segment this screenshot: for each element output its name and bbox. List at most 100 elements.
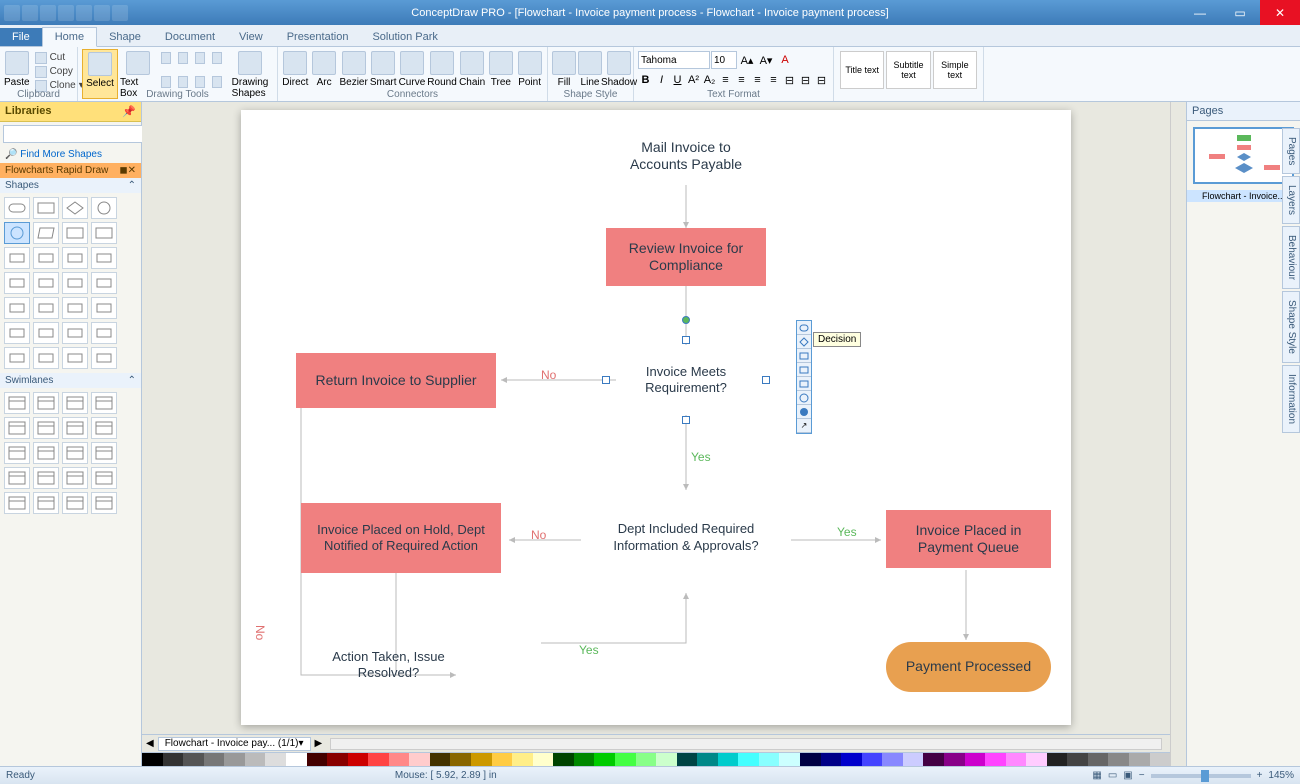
color-swatch[interactable] <box>697 753 718 766</box>
color-swatch[interactable] <box>965 753 986 766</box>
color-swatch[interactable] <box>903 753 924 766</box>
shape-stencil[interactable] <box>62 347 88 369</box>
sidetab-information[interactable]: Information <box>1282 365 1300 433</box>
sidetab-layers[interactable]: Layers <box>1282 176 1300 224</box>
file-tab[interactable]: File <box>0 28 42 46</box>
flowchart-terminator[interactable]: Mail Invoice to Accounts Payable <box>606 125 766 187</box>
shape-stencil[interactable] <box>33 197 59 219</box>
color-swatch[interactable] <box>368 753 389 766</box>
swimlane-stencil[interactable] <box>33 467 59 489</box>
flowchart-decision[interactable]: Dept Included Required Information & App… <box>571 480 801 595</box>
shapes-label[interactable]: Shapes <box>5 180 39 191</box>
shape-stencil[interactable] <box>33 222 59 244</box>
bold-button[interactable]: B <box>638 71 653 89</box>
style-subtitle[interactable]: Subtitle text <box>886 51 930 89</box>
color-swatch[interactable] <box>718 753 739 766</box>
swimlane-stencil[interactable] <box>91 442 117 464</box>
zoom-level[interactable]: 145% <box>1268 770 1294 781</box>
color-swatch[interactable] <box>1150 753 1170 766</box>
draw-tool[interactable] <box>158 51 174 64</box>
swimlane-stencil[interactable] <box>33 392 59 414</box>
shape-stencil[interactable] <box>62 222 88 244</box>
color-swatch[interactable] <box>533 753 554 766</box>
superscript-button[interactable]: A² <box>686 71 701 89</box>
quick-shape-more[interactable]: ↗ <box>797 419 811 433</box>
color-swatch[interactable] <box>348 753 369 766</box>
flowchart-terminator-end[interactable]: Payment Processed <box>886 642 1051 692</box>
flowchart-process[interactable]: Review Invoice for Compliance <box>606 228 766 286</box>
shape-stencil[interactable] <box>91 197 117 219</box>
swimlane-stencil[interactable] <box>91 467 117 489</box>
color-swatch[interactable] <box>492 753 513 766</box>
color-swatch[interactable] <box>1108 753 1129 766</box>
draw-tool[interactable] <box>175 76 191 89</box>
color-swatch[interactable] <box>882 753 903 766</box>
horizontal-scrollbar[interactable] <box>330 738 1162 750</box>
subscript-button[interactable]: A₂ <box>702 71 717 89</box>
style-simple[interactable]: Simple text <box>933 51 977 89</box>
qat-button[interactable] <box>40 5 56 21</box>
color-swatch[interactable] <box>307 753 328 766</box>
align-center-button[interactable]: ≡ <box>734 71 749 89</box>
shape-stencil[interactable] <box>91 247 117 269</box>
font-select[interactable] <box>638 51 710 69</box>
color-swatch[interactable] <box>738 753 759 766</box>
pin-icon[interactable]: 📌 <box>122 105 136 118</box>
color-swatch[interactable] <box>1129 753 1150 766</box>
shape-stencil[interactable] <box>4 247 30 269</box>
library-search-input[interactable] <box>3 125 143 143</box>
drawing-canvas[interactable]: Mail Invoice to Accounts Payable Review … <box>241 110 1071 725</box>
shape-stencil[interactable] <box>33 347 59 369</box>
shape-stencil[interactable] <box>91 222 117 244</box>
shape-stencil[interactable] <box>4 272 30 294</box>
underline-button[interactable]: U <box>670 71 685 89</box>
tab-solution-park[interactable]: Solution Park <box>360 28 449 46</box>
shape-stencil[interactable] <box>91 272 117 294</box>
swimlane-stencil[interactable] <box>33 442 59 464</box>
flowchart-process[interactable]: Invoice Placed on Hold, Dept Notified of… <box>301 503 501 573</box>
shape-stencil[interactable] <box>62 247 88 269</box>
color-swatch[interactable] <box>183 753 204 766</box>
flowchart-process[interactable]: Invoice Placed in Payment Queue <box>886 510 1051 568</box>
draw-tool[interactable] <box>192 51 208 64</box>
quick-shape-option[interactable] <box>797 377 811 391</box>
color-swatch[interactable] <box>615 753 636 766</box>
swimlane-stencil[interactable] <box>33 492 59 514</box>
sidetab-pages[interactable]: Pages <box>1282 128 1300 174</box>
color-swatch[interactable] <box>594 753 615 766</box>
tab-view[interactable]: View <box>227 28 275 46</box>
font-color-button[interactable]: A <box>776 51 794 69</box>
swimlane-stencil[interactable] <box>62 492 88 514</box>
shape-stencil[interactable] <box>62 322 88 344</box>
color-swatch[interactable] <box>636 753 657 766</box>
color-swatch[interactable] <box>553 753 574 766</box>
shape-stencil[interactable] <box>4 222 30 244</box>
draw-tool[interactable] <box>158 76 174 89</box>
swimlane-stencil[interactable] <box>62 442 88 464</box>
color-swatch[interactable] <box>841 753 862 766</box>
shape-stencil[interactable] <box>4 347 30 369</box>
tab-home[interactable]: Home <box>42 27 97 47</box>
tab-shape[interactable]: Shape <box>97 28 153 46</box>
page-nav-prev[interactable]: ◀ <box>146 738 154 749</box>
align-left-button[interactable]: ≡ <box>718 71 733 89</box>
quick-shape-option[interactable] <box>797 335 811 349</box>
color-swatch[interactable] <box>1026 753 1047 766</box>
shape-stencil[interactable] <box>4 297 30 319</box>
swimlane-stencil[interactable] <box>91 392 117 414</box>
color-swatch[interactable] <box>1088 753 1109 766</box>
color-swatch[interactable] <box>821 753 842 766</box>
shape-stencil[interactable] <box>62 297 88 319</box>
color-swatch[interactable] <box>1006 753 1027 766</box>
draw-tool[interactable] <box>209 76 225 89</box>
color-swatch[interactable] <box>471 753 492 766</box>
shape-stencil[interactable] <box>91 297 117 319</box>
shape-stencil[interactable] <box>33 272 59 294</box>
color-swatch[interactable] <box>759 753 780 766</box>
qat-button[interactable] <box>22 5 38 21</box>
swimlanes-label[interactable]: Swimlanes <box>5 375 53 386</box>
flowchart-decision[interactable]: Action Taken, Issue Resolved? <box>301 620 476 710</box>
draw-tool[interactable] <box>175 51 191 64</box>
color-swatch[interactable] <box>142 753 163 766</box>
color-swatch[interactable] <box>265 753 286 766</box>
